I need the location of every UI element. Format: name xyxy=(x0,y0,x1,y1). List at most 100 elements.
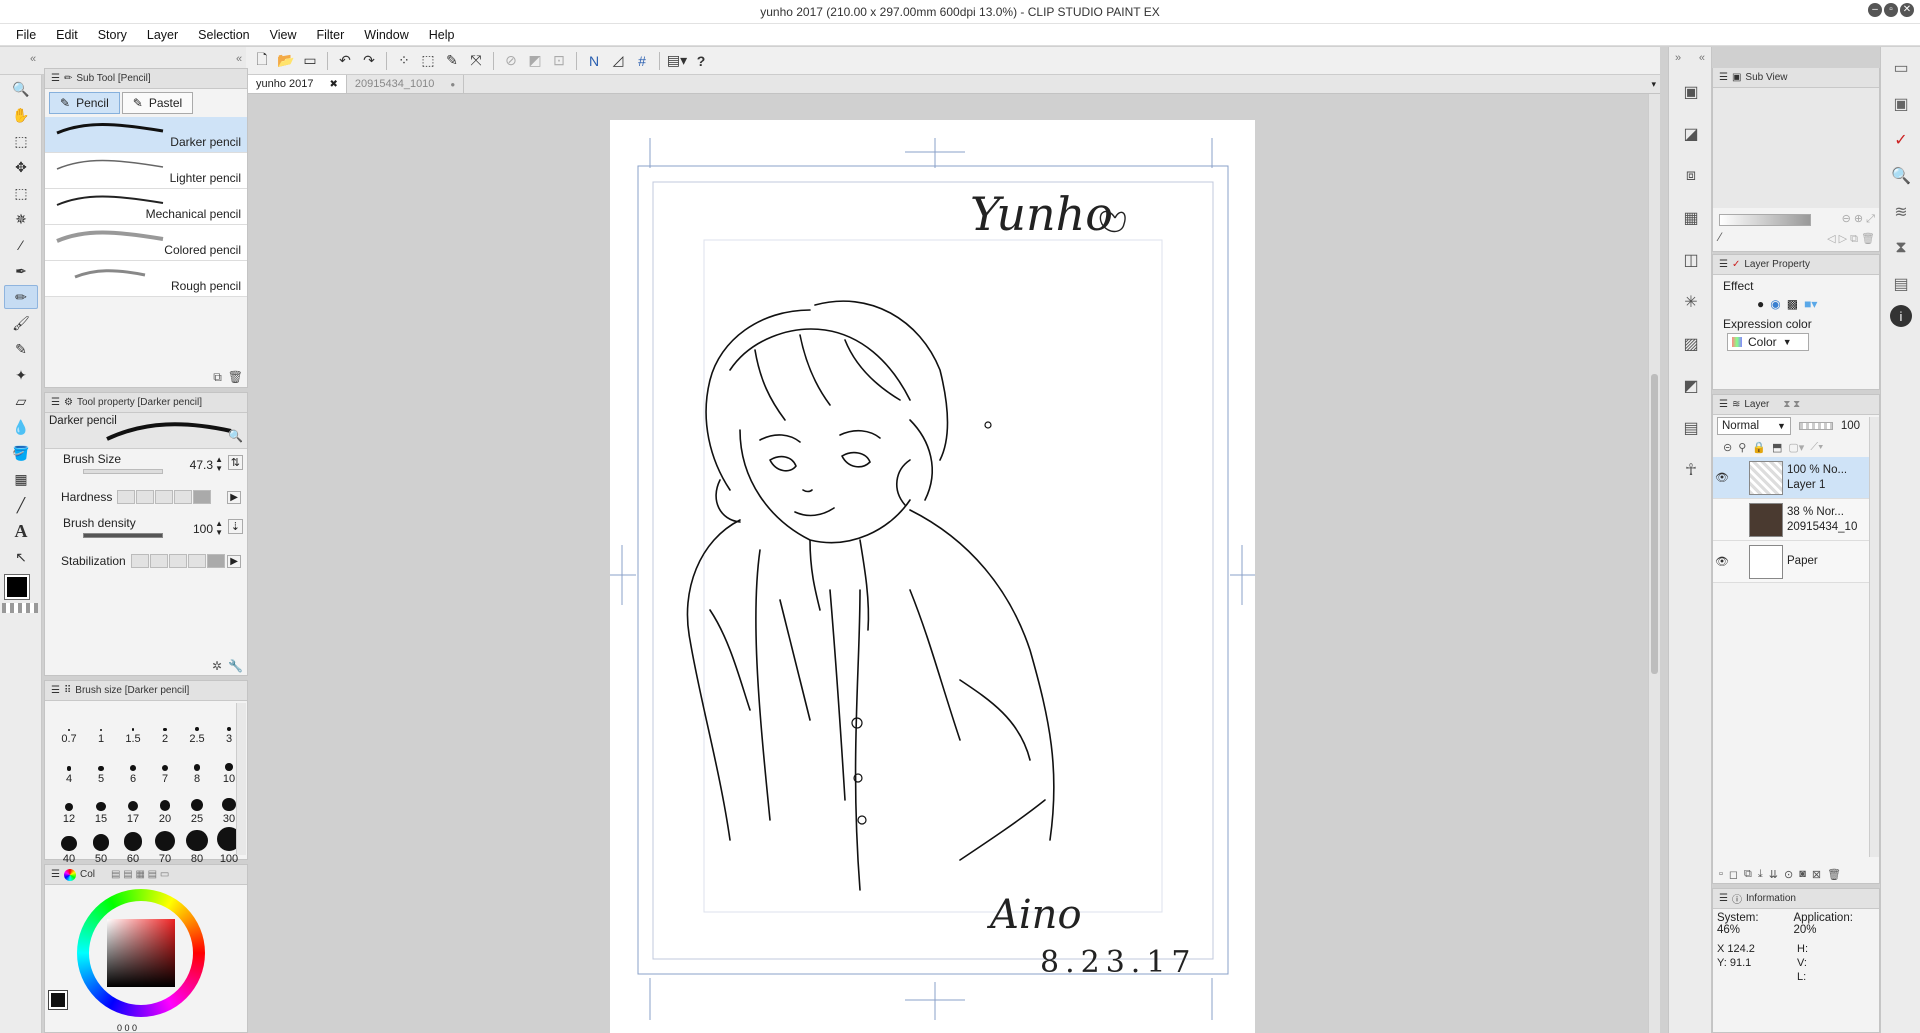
menu-icon[interactable]: ☰ xyxy=(1719,399,1728,410)
apply-mask-icon[interactable]: ⊙ xyxy=(1784,868,1793,881)
subview-eyedropper-icon[interactable]: ⁄ xyxy=(1719,230,1721,244)
preview-zoom-icon[interactable]: 🔍 xyxy=(228,429,243,443)
subview-dock-icon[interactable]: ▭ xyxy=(1886,53,1916,83)
expression-color-select[interactable]: Color ▼ xyxy=(1727,333,1809,351)
brush-size-preset[interactable]: 2.5 xyxy=(181,705,213,745)
subview-nav-controls[interactable]: ◁ ▷ ⧉ 🗑 xyxy=(1827,232,1875,246)
deselect-icon[interactable]: ⬚ xyxy=(418,51,438,71)
brush-rough-pencil[interactable]: Rough pencil xyxy=(45,261,247,297)
subview-zoom-slider[interactable] xyxy=(1719,214,1811,226)
special-ruler-snap-icon[interactable]: ◿ xyxy=(608,51,628,71)
tone-effect-icon[interactable]: ▩ xyxy=(1787,297,1798,311)
undo-icon[interactable]: ↶ xyxy=(335,51,355,71)
menu-icon[interactable]: ☰ xyxy=(1719,893,1728,904)
brush-size-preset[interactable]: 5 xyxy=(85,745,117,785)
layer-dock-icon[interactable]: ≋ xyxy=(1886,197,1916,227)
fill-selection-icon[interactable]: ✎ xyxy=(442,51,462,71)
restore-icon[interactable]: ▫ xyxy=(1884,3,1898,17)
delete-subtool-icon[interactable]: 🗑 xyxy=(228,370,243,385)
lock-transparency-icon[interactable]: ⬒ xyxy=(1772,441,1782,454)
paper[interactable]: Yunho Aino 8.23.17 xyxy=(610,120,1255,1033)
information-dock-icon[interactable]: i xyxy=(1890,305,1912,327)
layer-color-effect-icon[interactable]: ◉ xyxy=(1770,297,1780,311)
collapse-left-icon[interactable]: « xyxy=(30,53,36,65)
menu-icon[interactable]: ☰ xyxy=(1719,72,1728,83)
brush-mechanical-pencil[interactable]: Mechanical pencil xyxy=(45,189,247,225)
select-all-icon[interactable]: ⁘ xyxy=(394,51,414,71)
help-icon[interactable]: ? xyxy=(691,51,711,71)
brush-size-preset[interactable]: 15 xyxy=(85,785,117,825)
density-spinner[interactable]: ▲ ▼ xyxy=(215,519,223,537)
pencil-tool-icon[interactable]: ✏ xyxy=(4,285,38,309)
visibility-eye-icon[interactable]: 👁 xyxy=(1713,555,1731,568)
density-dynamics-icon[interactable]: ⇣ xyxy=(227,519,243,534)
tab-pastel[interactable]: ✎ Pastel xyxy=(121,92,194,114)
menu-selection[interactable]: Selection xyxy=(188,28,259,42)
brush-size-preset[interactable]: 12 xyxy=(53,785,85,825)
hand-tool-icon[interactable]: ✋ xyxy=(4,103,38,127)
brush-size-preset[interactable]: 70 xyxy=(149,825,181,865)
transparent-color-swatch[interactable] xyxy=(2,603,38,613)
redo-icon[interactable]: ↷ xyxy=(359,51,379,71)
material-brush-icon[interactable]: ⧈ xyxy=(1674,157,1708,195)
expand-dock-icon[interactable]: « xyxy=(1699,52,1705,64)
ruler-icon[interactable]: ⟋▾ xyxy=(1810,441,1823,454)
collapse-left2-icon[interactable]: « xyxy=(236,53,242,65)
settings-icon[interactable]: 🔧 xyxy=(228,659,243,673)
selection-tool-icon[interactable]: ⬚ xyxy=(4,181,38,205)
eraser-tool-icon[interactable]: ▱ xyxy=(4,389,38,413)
stabilization-arrow-icon[interactable]: ▶ xyxy=(227,554,241,568)
combine-down-icon[interactable]: ⇊ xyxy=(1769,868,1778,881)
color-set-icon[interactable]: ▤ ▤ ▦ ▤ ▭ xyxy=(111,869,169,880)
close-tab-icon[interactable]: ● xyxy=(450,80,455,89)
brush-darker-pencil[interactable]: Darker pencil xyxy=(45,117,247,153)
delete-mask-icon[interactable]: ⊠ xyxy=(1812,868,1821,881)
brush-size-preset[interactable]: 25 xyxy=(181,785,213,825)
pen-tool-icon[interactable]: ✒ xyxy=(4,259,38,283)
brush-size-preset[interactable]: 0.7 xyxy=(53,705,85,745)
transform-icon[interactable]: ⤧ xyxy=(466,51,486,71)
material-pose-icon[interactable]: ☥ xyxy=(1674,451,1708,489)
menu-layer[interactable]: Layer xyxy=(137,28,188,42)
close-tab-icon[interactable]: ✖ xyxy=(330,79,338,90)
doc-tab-reference[interactable]: 20915434_1010 ● xyxy=(347,75,465,93)
brush-size-preset[interactable]: 40 xyxy=(53,825,85,865)
tab-scroll-icon[interactable]: ▾ xyxy=(1651,79,1656,90)
layer-row[interactable]: 👁 100 % No... Layer 1 xyxy=(1713,457,1879,499)
auto-select-tool-icon[interactable]: ✵ xyxy=(4,207,38,231)
material-image-icon[interactable]: ◪ xyxy=(1674,115,1708,153)
navigator-dock-icon[interactable]: ▣ xyxy=(1886,89,1916,119)
menu-icon[interactable]: ☰ xyxy=(51,685,60,696)
airbrush-tool-icon[interactable]: ✎ xyxy=(4,337,38,361)
menu-icon[interactable]: ☰ xyxy=(1719,259,1728,270)
material-tone-icon[interactable]: ▦ xyxy=(1674,199,1708,237)
lock-icon[interactable]: 🔒 xyxy=(1752,441,1766,454)
tab-pencil[interactable]: ✎ Pencil xyxy=(49,92,120,114)
brushsize-scrollbar[interactable] xyxy=(236,703,246,855)
blend-mode-select[interactable]: Normal ▼ xyxy=(1717,417,1791,435)
material-manga-icon[interactable]: ✳ xyxy=(1674,283,1708,321)
brush-size-spinner[interactable]: ▲ ▼ xyxy=(215,455,223,473)
brush-size-preset[interactable]: 8 xyxy=(181,745,213,785)
size-dynamics-icon[interactable]: ⇅ xyxy=(227,455,243,470)
reset-icon[interactable]: ✲ xyxy=(212,659,222,673)
material-frame-icon[interactable]: ▤ xyxy=(1674,409,1708,447)
close-icon[interactable]: ✕ xyxy=(1900,3,1914,17)
material-background-icon[interactable]: ▨ xyxy=(1674,325,1708,363)
brush-size-preset[interactable]: 80 xyxy=(181,825,213,865)
layer-property-dock-icon[interactable]: ✓ xyxy=(1886,125,1916,155)
color-wheel[interactable] xyxy=(77,889,205,1017)
subview-zoom-controls[interactable]: ⊖ ⊕ ⤢ xyxy=(1842,212,1875,226)
history-dock-icon[interactable]: ▤ xyxy=(1886,269,1916,299)
zoom-tool-icon[interactable]: 🔍 xyxy=(4,77,38,101)
search-layer-dock-icon[interactable]: 🔍 xyxy=(1886,161,1916,191)
brush-tool-icon[interactable]: 🖌 xyxy=(4,311,38,335)
menu-story[interactable]: Story xyxy=(88,28,137,42)
menu-file[interactable]: File xyxy=(6,28,46,42)
new-folder-icon[interactable]: ⧉ xyxy=(1744,868,1752,881)
ruler-snap-icon[interactable]: N xyxy=(584,51,604,71)
brush-size-preset[interactable]: 20 xyxy=(149,785,181,825)
visibility-eye-icon[interactable]: 👁 xyxy=(1713,471,1731,484)
color-wheel-icon[interactable] xyxy=(63,868,76,881)
menu-icon[interactable]: ☰ xyxy=(51,73,60,84)
